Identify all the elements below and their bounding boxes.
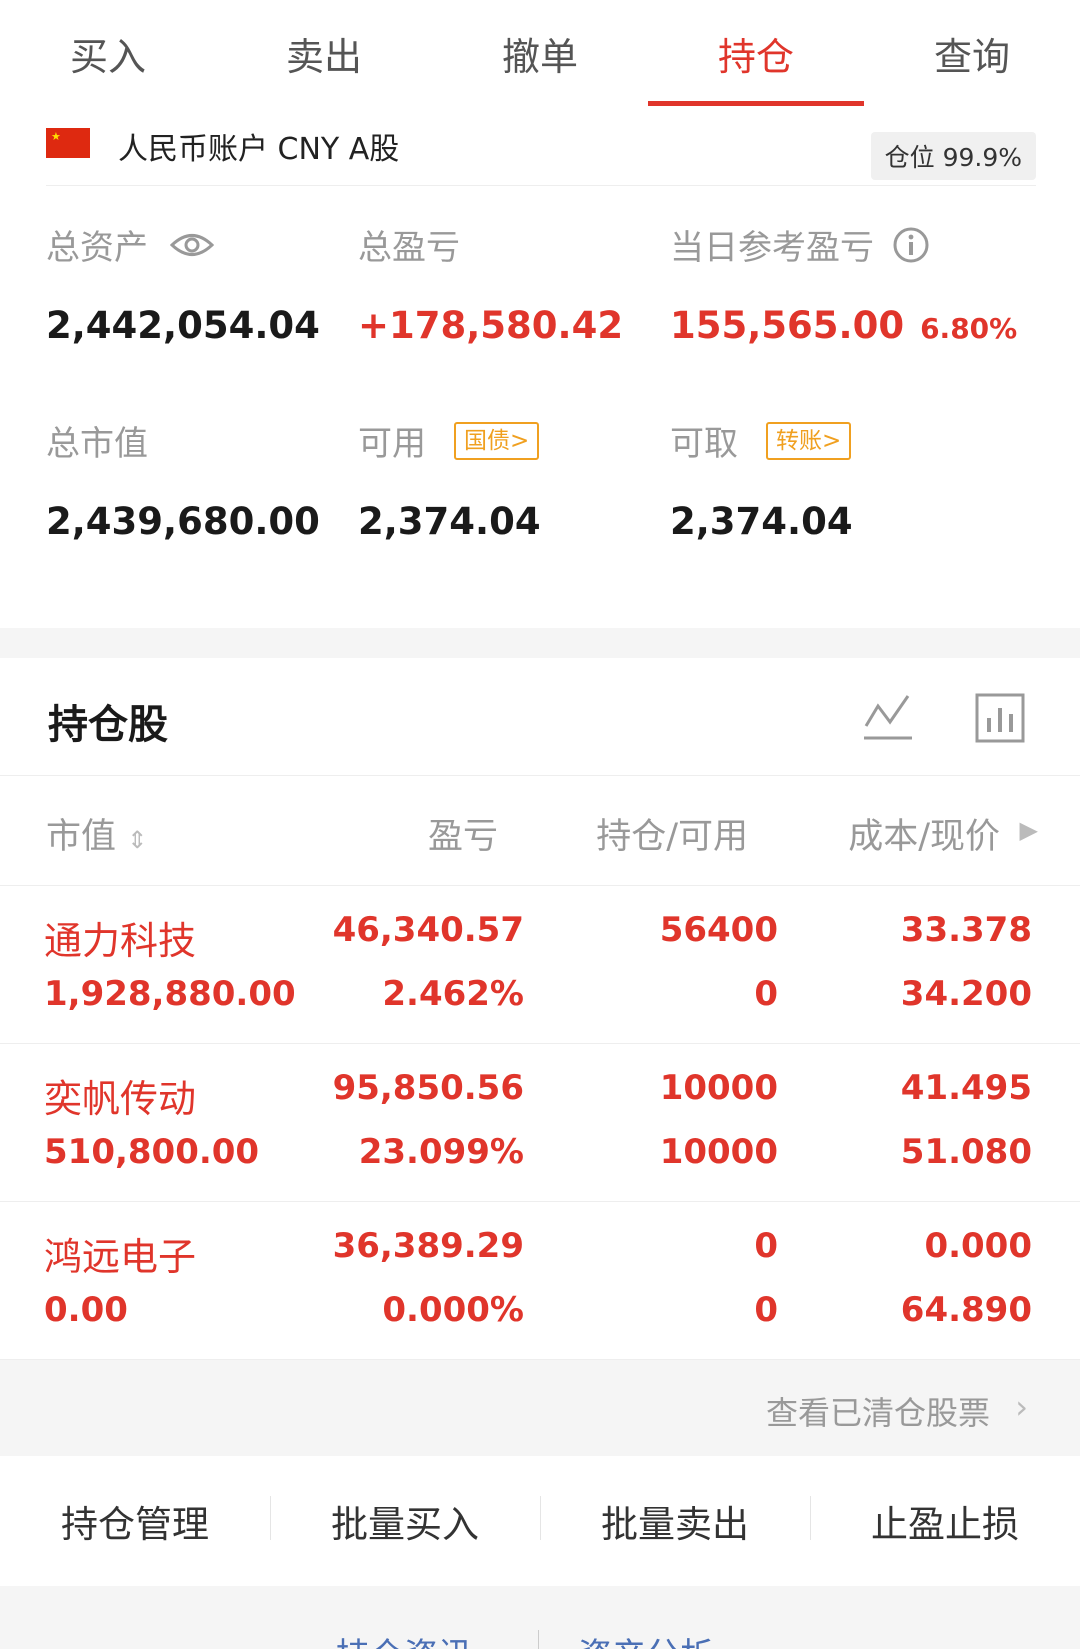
manage-holdings-button[interactable]: 持仓管理	[0, 1494, 270, 1548]
stock-price: 51.080	[900, 1132, 1032, 1172]
holding-row[interactable]: 奕帆传动 510,800.00 95,850.56 23.099% 10000 …	[0, 1044, 1080, 1202]
total-assets-label-group: 总资产	[46, 220, 214, 269]
sort-icon: ⇕	[127, 826, 148, 854]
asset-analysis-link[interactable]: 资产分析	[578, 1628, 714, 1649]
today-pnl-value: 155,565.00	[670, 304, 905, 347]
holdings-column-header: 市值 ⇕ 盈亏 持仓/可用 成本/现价 ▶	[0, 776, 1080, 886]
link-separator	[538, 1630, 539, 1649]
today-pnl-label: 当日参考盈亏	[670, 228, 874, 268]
available-label: 可用	[358, 424, 426, 464]
asset-summary: 总资产 2,442,054.04 总盈亏 +178,580.42 当日参考盈亏 …	[0, 200, 1080, 628]
eye-icon[interactable]	[170, 230, 214, 260]
tab-query[interactable]: 查询	[864, 0, 1080, 106]
market-value-label: 总市值	[46, 424, 148, 464]
position-ratio-badge: 仓位 99.9%	[870, 132, 1036, 180]
stock-pnl-percent: 2.462%	[382, 974, 524, 1014]
stock-position: 56400	[659, 910, 778, 950]
column-cost-price: 成本/现价	[848, 817, 1000, 857]
bond-link-button[interactable]: 国债>	[454, 421, 540, 460]
stock-cost: 33.378	[900, 910, 1032, 950]
holdings-news-link[interactable]: 持仓资讯	[336, 1628, 472, 1649]
stock-pnl: 46,340.57	[332, 910, 524, 950]
info-icon[interactable]	[892, 226, 930, 264]
column-pnl: 盈亏	[427, 817, 498, 857]
action-bar: 持仓管理 批量买入 批量卖出 止盈止损	[0, 1456, 1080, 1586]
column-market-value[interactable]: 市值 ⇕	[46, 808, 147, 859]
stock-name: 奕帆传动	[44, 1077, 197, 1121]
stock-pnl: 36,389.29	[332, 1226, 524, 1266]
holding-row[interactable]: 通力科技 1,928,880.00 46,340.57 2.462% 56400…	[0, 886, 1080, 1044]
total-assets-value: 2,442,054.04	[46, 304, 320, 347]
stock-available: 0	[754, 974, 778, 1014]
batch-buy-button[interactable]: 批量买入	[270, 1494, 540, 1548]
tab-sell[interactable]: 卖出	[216, 0, 432, 106]
stock-market-value: 0.00	[44, 1290, 128, 1330]
stock-cost: 41.495	[900, 1068, 1032, 1108]
withdrawable-value: 2,374.04	[670, 500, 853, 543]
stock-pnl-percent: 0.000%	[382, 1290, 524, 1330]
transfer-link-button[interactable]: 转账>	[766, 421, 852, 460]
tab-holdings[interactable]: 持仓	[648, 0, 864, 106]
chevron-right-icon: ›	[1015, 1388, 1028, 1426]
stock-cost: 0.000	[924, 1226, 1032, 1266]
today-pnl-percent: 6.80%	[920, 312, 1018, 345]
stock-pnl-percent: 23.099%	[358, 1132, 524, 1172]
line-chart-icon[interactable]	[862, 692, 914, 744]
market-value-value: 2,439,680.00	[46, 500, 320, 543]
tab-buy[interactable]: 买入	[0, 0, 216, 106]
stock-position: 0	[754, 1226, 778, 1266]
column-position-available: 持仓/可用	[596, 817, 748, 857]
bottom-links-strip: 持仓资讯 资产分析	[0, 1586, 1080, 1649]
batch-sell-button[interactable]: 批量卖出	[540, 1494, 810, 1548]
cleared-stocks-link[interactable]: 查看已清仓股票	[766, 1388, 990, 1434]
holdings-header: 持仓股	[0, 658, 1080, 776]
take-profit-stop-loss-button[interactable]: 止盈止损	[810, 1494, 1080, 1548]
stock-position: 10000	[659, 1068, 778, 1108]
stock-price: 64.890	[900, 1290, 1032, 1330]
tab-cancel-order[interactable]: 撤单	[432, 0, 648, 106]
holdings-title: 持仓股	[48, 702, 168, 748]
available-value: 2,374.04	[358, 500, 541, 543]
total-assets-label: 总资产	[46, 228, 148, 268]
section-divider	[0, 628, 1080, 658]
account-row: ★ 人民币账户 CNY A股 仓位 99.9%	[46, 118, 1036, 186]
total-pnl-label: 总盈亏	[358, 228, 460, 268]
total-pnl-value: +178,580.42	[358, 304, 624, 347]
bar-chart-icon[interactable]	[974, 692, 1026, 744]
stock-pnl: 95,850.56	[332, 1068, 524, 1108]
stock-name: 通力科技	[44, 919, 197, 963]
stock-market-value: 510,800.00	[44, 1132, 260, 1172]
stock-available: 0	[754, 1290, 778, 1330]
account-name: 人民币账户 CNY A股	[118, 132, 400, 167]
top-tab-bar: 买入 卖出 撤单 持仓 查询	[0, 0, 1080, 106]
column-market-value-label: 市值	[46, 817, 117, 857]
stock-market-value: 1,928,880.00	[44, 974, 296, 1014]
cleared-stocks-bar[interactable]: 查看已清仓股票 ›	[0, 1360, 1080, 1456]
holding-row[interactable]: 鸿远电子 0.00 36,389.29 0.000% 0 0 0.000 64.…	[0, 1202, 1080, 1360]
withdrawable-label: 可取	[670, 424, 738, 464]
stock-price: 34.200	[900, 974, 1032, 1014]
scroll-right-icon[interactable]: ▶	[1020, 816, 1038, 844]
china-flag-icon: ★	[46, 128, 90, 158]
stock-name: 鸿远电子	[44, 1235, 197, 1279]
stock-available: 10000	[659, 1132, 778, 1172]
